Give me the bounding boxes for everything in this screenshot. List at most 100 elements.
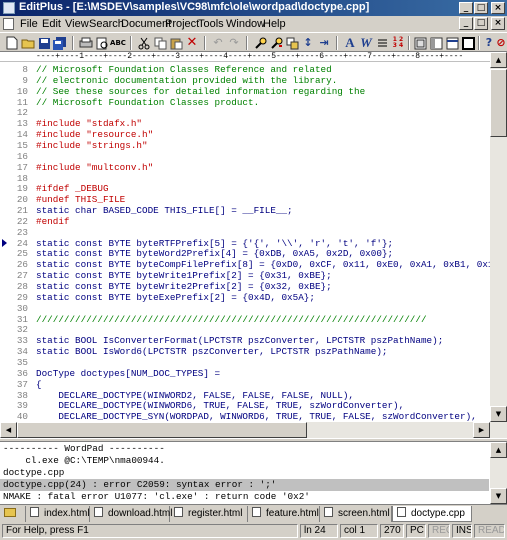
code-line[interactable]: 23	[0, 227, 490, 238]
code-line[interactable]: 26 static const BYTE byteCompFilePrefix[8…	[0, 259, 490, 270]
code-line[interactable]: 40 DECLARE_DOCTYPE_SYN(WORDPAD, WINWORD6…	[0, 411, 490, 422]
column-icon[interactable]	[412, 35, 428, 51]
scroll-down-button[interactable]: ▼	[490, 406, 507, 422]
output-line[interactable]: NMAKE : fatal error U1077: 'cl.exe' : re…	[3, 491, 489, 503]
ruler-icon[interactable]: 1 2 3 4	[390, 35, 406, 51]
code-line[interactable]: 29 static const BYTE byteExePrefix[2] = {…	[0, 292, 490, 303]
code-line[interactable]: 39 DECLARE_DOCTYPE(WINWORD6, TRUE, FALSE…	[0, 400, 490, 411]
code-line[interactable]: 13 #include "stdafx.h"	[0, 118, 490, 129]
code-line[interactable]: 10 // See these sources for detailed info…	[0, 86, 490, 97]
mdi-restore-button[interactable]: □	[474, 17, 488, 30]
app-icon[interactable]	[3, 2, 15, 14]
code-line[interactable]: 34 static BOOL IsWord6(LPCTSTR pszConvert…	[0, 346, 490, 357]
code-line[interactable]: 8 // Microsoft Foundation Classes Referen…	[0, 64, 490, 75]
copy-icon[interactable]	[152, 35, 168, 51]
redo-icon[interactable]: ↷	[226, 35, 242, 51]
code-line[interactable]: 21 static char BASED_CODE THIS_FILE[] = _…	[0, 205, 490, 216]
tab-screen-html[interactable]: screen.html	[320, 506, 392, 522]
code-line[interactable]: 15 #include "strings.h"	[0, 140, 490, 151]
code-editor[interactable]: 8 // Microsoft Foundation Classes Referen…	[0, 62, 490, 422]
fullscreen-icon[interactable]	[460, 35, 476, 51]
code-line[interactable]: 27 static const BYTE byteWrite1Prefix[2] …	[0, 270, 490, 281]
code-line[interactable]: 24 static const BYTE byteRTFPrefix[5] = {…	[0, 238, 490, 249]
output-scroll-down-button[interactable]: ▼	[490, 488, 507, 504]
close-button[interactable]: ×	[491, 2, 505, 14]
go-to-icon[interactable]: ↕	[300, 35, 316, 51]
scroll-left-button[interactable]: ◀	[0, 422, 17, 438]
browser-icon[interactable]	[444, 35, 460, 51]
find-next-icon[interactable]	[268, 35, 284, 51]
output-line[interactable]: ---------- WordPad ----------	[3, 443, 489, 455]
menu-file[interactable]: File	[20, 18, 38, 30]
tab-index-html[interactable]: index.html	[26, 506, 90, 522]
code-line[interactable]: 12	[0, 107, 490, 118]
code-line[interactable]: 18	[0, 173, 490, 184]
code-line[interactable]: 9 // electronic documentation provided wi…	[0, 75, 490, 86]
code-line[interactable]: 35	[0, 357, 490, 368]
scroll-right-button[interactable]: ▶	[473, 422, 490, 438]
menu-document[interactable]: Document	[121, 18, 171, 30]
code-line[interactable]: 32	[0, 324, 490, 335]
toggle-icon[interactable]	[428, 35, 444, 51]
directory-tab[interactable]	[0, 506, 26, 522]
output-line-selected[interactable]: doctype.cpp(24) : error C2059: syntax er…	[0, 479, 489, 491]
new-file-icon[interactable]	[4, 35, 20, 51]
save-icon[interactable]	[36, 35, 52, 51]
document-icon[interactable]	[3, 18, 14, 30]
find-icon[interactable]	[252, 35, 268, 51]
word-wrap-icon[interactable]: W	[358, 35, 374, 51]
code-line[interactable]: 33 static BOOL IsConverterFormat(LPCTSTR …	[0, 335, 490, 346]
output-scroll-up-button[interactable]: ▲	[490, 442, 507, 458]
menu-help[interactable]: Help	[263, 18, 286, 30]
maximize-button[interactable]: □	[474, 2, 488, 14]
code-line[interactable]: 11 // Microsoft Foundation Classes produc…	[0, 97, 490, 108]
horizontal-scroll-thumb[interactable]	[17, 422, 307, 438]
code-line[interactable]: 19 #ifdef _DEBUG	[0, 183, 490, 194]
find-in-files-icon[interactable]: ⇥	[316, 35, 332, 51]
code-line[interactable]: 31 //////////////////////////////////////…	[0, 314, 490, 325]
tab-download-html[interactable]: download.html	[90, 506, 172, 522]
menu-search[interactable]: Search	[89, 18, 124, 30]
code-line[interactable]: 30	[0, 303, 490, 314]
menu-project[interactable]: Project	[165, 18, 199, 30]
font-icon[interactable]: A	[342, 35, 358, 51]
editor-vertical-scrollbar[interactable]: ▲ ▼	[490, 52, 507, 438]
code-line[interactable]: 38 DECLARE_DOCTYPE(WINWORD2, FALSE, FALS…	[0, 390, 490, 401]
code-line[interactable]: 16	[0, 151, 490, 162]
scroll-up-button[interactable]: ▲	[490, 52, 507, 68]
mdi-close-button[interactable]: ×	[491, 17, 505, 30]
tab-doctype-cpp[interactable]: doctype.cpp	[392, 506, 472, 522]
code-line[interactable]: 25 static const BYTE byteWord2Prefix[4] =…	[0, 248, 490, 259]
delete-icon[interactable]: ✕	[184, 35, 200, 51]
save-all-icon[interactable]	[52, 35, 68, 51]
tab-feature-html[interactable]: feature.html	[248, 506, 320, 522]
open-icon[interactable]	[20, 35, 36, 51]
code-line[interactable]: 14 #include "resource.h"	[0, 129, 490, 140]
tab-register-html[interactable]: register.html	[170, 506, 248, 522]
code-line[interactable]: 17 #include "multconv.h"	[0, 162, 490, 173]
output-scrollbar[interactable]: ▲ ▼	[490, 442, 507, 504]
editor-horizontal-scrollbar[interactable]: ◀ ▶	[0, 422, 490, 438]
menu-view[interactable]: View	[65, 18, 89, 30]
output-window[interactable]: ---------- WordPad ---------- cl.exe @C:…	[0, 442, 490, 504]
menu-edit[interactable]: Edit	[42, 18, 61, 30]
print-preview-icon[interactable]	[94, 35, 110, 51]
code-line[interactable]: 22 #endif	[0, 216, 490, 227]
minimize-button[interactable]: _	[459, 2, 473, 14]
mdi-minimize-button[interactable]: _	[459, 17, 473, 30]
line-number-icon[interactable]	[374, 35, 390, 51]
menu-window[interactable]: Window	[226, 18, 265, 30]
spellcheck-icon[interactable]: ABC	[110, 35, 126, 51]
cut-icon[interactable]	[136, 35, 152, 51]
output-line[interactable]: doctype.cpp	[3, 467, 489, 479]
output-line[interactable]: cl.exe @C:\TEMP\nma00944.	[3, 455, 489, 467]
undo-icon[interactable]: ↶	[210, 35, 226, 51]
code-line[interactable]: 20 #undef THIS_FILE	[0, 194, 490, 205]
code-line[interactable]: 37 {	[0, 379, 490, 390]
code-line[interactable]: 28 static const BYTE byteWrite2Prefix[2] …	[0, 281, 490, 292]
replace-icon[interactable]	[284, 35, 300, 51]
scroll-thumb[interactable]	[490, 69, 507, 137]
print-icon[interactable]	[78, 35, 94, 51]
code-line[interactable]: 36 DocType doctypes[NUM_DOC_TYPES] =	[0, 368, 490, 379]
menu-tools[interactable]: Tools	[198, 18, 224, 30]
